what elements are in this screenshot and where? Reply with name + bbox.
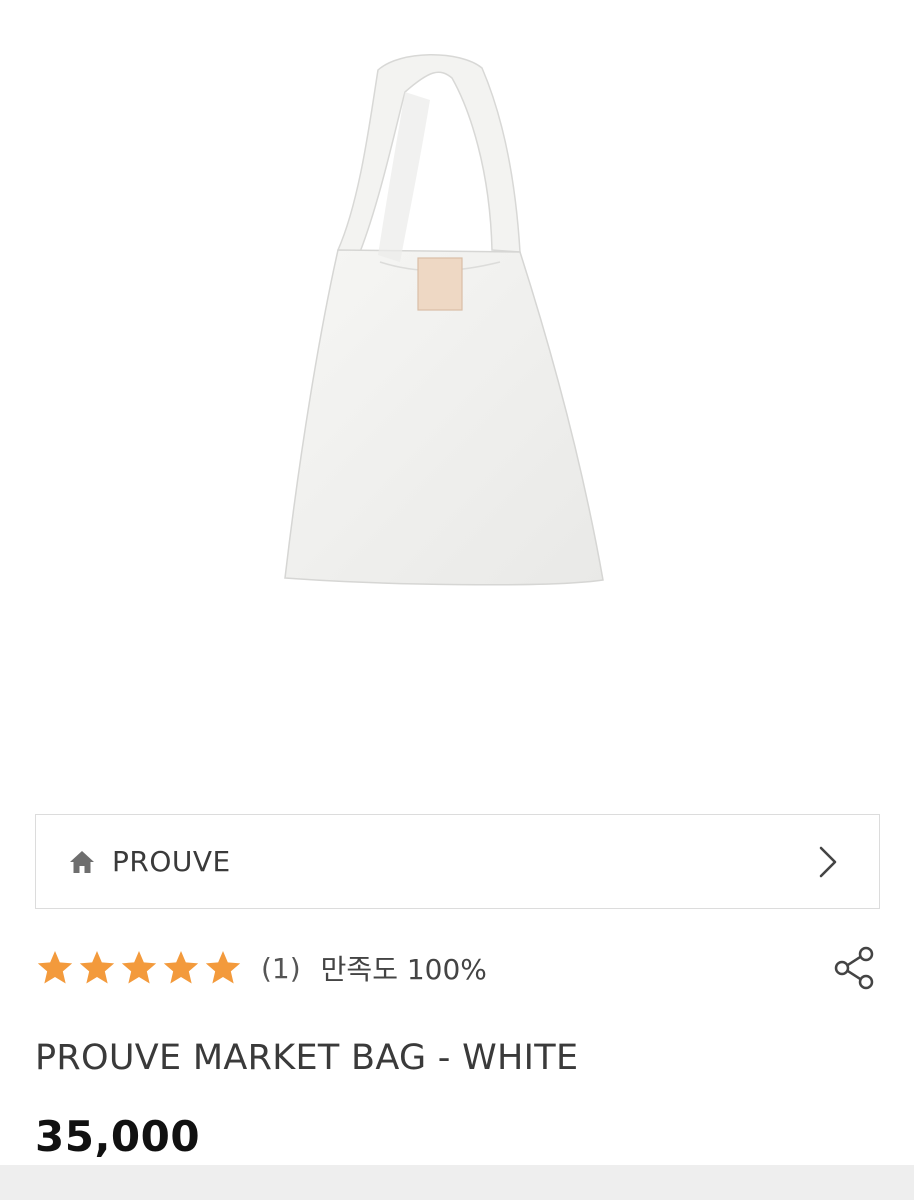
bottom-bar: [0, 1165, 914, 1200]
product-page: PROUVE (1) 만족도 100% PROUVE MARKET BAG - …: [0, 0, 914, 1200]
share-icon[interactable]: [830, 944, 878, 992]
home-icon: [68, 847, 98, 877]
review-count[interactable]: (1): [261, 952, 301, 985]
brand-name: PROUVE: [112, 845, 231, 878]
product-price: 35,000: [35, 1112, 201, 1161]
chevron-right-icon: [817, 845, 839, 879]
product-title: PROUVE MARKET BAG - WHITE: [35, 1038, 579, 1078]
star-icon: [163, 951, 199, 984]
bag-illustration: [284, 54, 604, 586]
satisfaction-rate: 만족도 100%: [320, 953, 487, 986]
star-icon: [79, 951, 115, 984]
star-icon: [37, 951, 73, 984]
star-icon: [121, 951, 157, 984]
star-icon: [205, 951, 241, 984]
brand-link[interactable]: PROUVE: [35, 814, 880, 909]
product-image[interactable]: [0, 0, 914, 790]
star-rating[interactable]: [35, 948, 243, 988]
rating-row: (1) 만족도 100%: [35, 940, 880, 996]
